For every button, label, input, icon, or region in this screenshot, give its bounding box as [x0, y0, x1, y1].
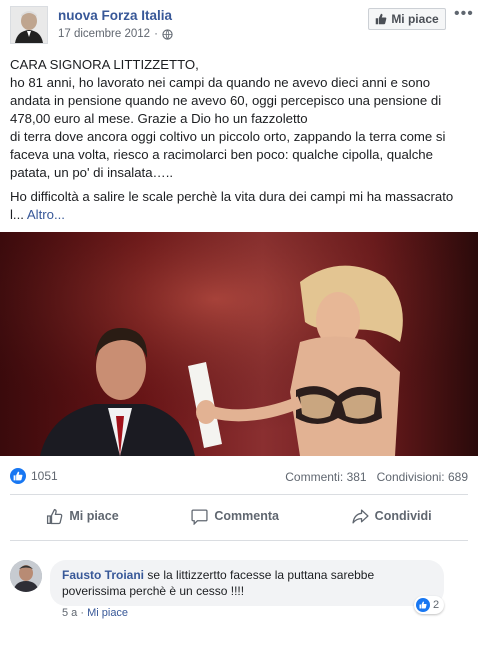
- photo-illustration: [0, 232, 478, 456]
- comment-icon: [191, 508, 208, 525]
- like-page-button[interactable]: Mi piace: [368, 8, 446, 30]
- share-label: Condividi: [374, 509, 432, 523]
- divider: [10, 494, 468, 495]
- post-text: CARA SIGNORA LITTIZZETTO, ho 81 anni, ho…: [10, 56, 472, 224]
- divider: [10, 540, 468, 541]
- post-line: CARA SIGNORA LITTIZZETTO,: [10, 57, 199, 72]
- share-count[interactable]: Condivisioni: 689: [377, 470, 468, 484]
- comment-meta-separator: ·: [80, 607, 85, 619]
- post-line: di terra dove ancora oggi coltivo un pic…: [10, 129, 446, 144]
- commenter-avatar[interactable]: [10, 560, 42, 592]
- post-photo[interactable]: [0, 232, 478, 456]
- like-reaction-icon: [10, 468, 26, 484]
- reaction-stats: 1051 Commenti: 381 Condivisioni: 689: [10, 468, 468, 488]
- like-count[interactable]: 1051: [10, 468, 58, 484]
- post-truncated: l...: [10, 207, 24, 222]
- comment-author[interactable]: Fausto Troiani: [62, 568, 144, 582]
- post-line: patata, un po' di insalata…..: [10, 165, 174, 180]
- more-options-button[interactable]: •••: [454, 6, 473, 24]
- like-button[interactable]: Mi piace: [46, 508, 119, 525]
- post-header: nuova Forza Italia 17 dicembre 2012 · Mi…: [0, 0, 478, 50]
- meta-separator: ·: [154, 28, 158, 40]
- post-line: faceva una volta, riesco a racimolarci b…: [10, 147, 433, 162]
- page-avatar[interactable]: [10, 6, 48, 44]
- comment-share-stats: Commenti: 381 Condivisioni: 689: [285, 470, 468, 484]
- post-line: ho 81 anni, ho lavorato nei campi da qua…: [10, 75, 431, 90]
- comment-label: Commenta: [214, 509, 279, 523]
- post-line: 478,00 euro al mese. Grazie a Dio ho un …: [10, 111, 308, 126]
- thumbs-up-icon: [47, 508, 63, 524]
- post-line: andata in pensione quando ne avevo 60, o…: [10, 93, 442, 108]
- share-button[interactable]: Condividi: [352, 508, 432, 525]
- like-count-value: 1051: [31, 469, 58, 483]
- see-more-link[interactable]: Altro...: [27, 207, 65, 222]
- thumbs-up-icon: [376, 13, 387, 25]
- page-name-link[interactable]: nuova Forza Italia: [58, 8, 172, 23]
- post-actions: Mi piace Commenta Condividi: [10, 500, 468, 532]
- comment-reaction-value: 2: [433, 599, 440, 611]
- post-line-last: l... Altro...: [10, 206, 472, 224]
- share-icon: [352, 508, 369, 524]
- comment-reaction-count[interactable]: 2: [414, 596, 445, 614]
- comment-age[interactable]: 5 a: [62, 607, 77, 619]
- like-page-label: Mi piace: [391, 12, 439, 26]
- comment-count[interactable]: Commenti: 381: [285, 470, 366, 484]
- comment-meta: 5 a · Mi piace: [62, 607, 128, 619]
- like-reaction-icon: [416, 598, 430, 612]
- comment-bubble: Fausto Troiani se la littizzertto facess…: [50, 560, 444, 606]
- post-line: Ho difficoltà a salire le scale perchè l…: [10, 189, 454, 204]
- post-date[interactable]: 17 dicembre 2012: [58, 28, 150, 40]
- post-meta: 17 dicembre 2012 ·: [58, 28, 173, 40]
- globe-icon: [162, 28, 173, 40]
- like-label: Mi piace: [69, 509, 119, 523]
- comment-like-link[interactable]: Mi piace: [87, 607, 128, 619]
- comment-button[interactable]: Commenta: [191, 508, 279, 525]
